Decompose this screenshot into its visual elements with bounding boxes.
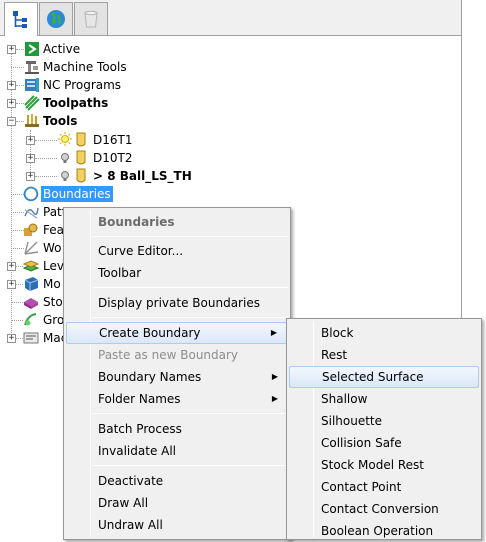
tree-item-tools[interactable]: Tools: [43, 113, 77, 129]
tree-item-boundaries[interactable]: Boundaries: [41, 186, 113, 202]
explorer-tab[interactable]: [4, 2, 38, 36]
tree-item-models[interactable]: Mo: [43, 276, 61, 292]
tree-item-tool-8-ball[interactable]: > 8 Ball_LS_TH: [93, 168, 192, 184]
expand-macros[interactable]: +: [7, 334, 16, 343]
submenu-item-shallow[interactable]: Shallow: [289, 388, 479, 410]
create-boundary-submenu: Block Rest Selected Surface Shallow Silh…: [286, 318, 482, 540]
collapse-tools[interactable]: −: [7, 117, 16, 126]
patterns-icon: [24, 207, 39, 219]
expand-models[interactable]: +: [7, 280, 16, 289]
tree-line: [11, 302, 23, 303]
menu-item-create-boundary-label: Create Boundary: [99, 326, 201, 340]
toolpaths-icon: [24, 95, 40, 111]
stock-models-icon: [24, 298, 38, 309]
tree-line: [16, 284, 23, 285]
globe-icon: [47, 10, 65, 28]
menu-separator: [93, 465, 288, 466]
menu-item-batch-process[interactable]: Batch Process: [66, 418, 288, 440]
tree-line: [11, 67, 24, 68]
models-icon: [24, 277, 39, 291]
feature-sets-icon: [24, 223, 38, 236]
tree-hierarchy-icon: [13, 10, 27, 28]
lightbulb-off-icon[interactable]: [57, 168, 73, 184]
nc-programs-icon: [25, 78, 39, 92]
menu-item-invalidate-all[interactable]: Invalidate All: [66, 440, 288, 462]
submenu-item-contact-point[interactable]: Contact Point: [289, 476, 479, 498]
tree-line: [35, 140, 57, 141]
menu-item-undraw-all[interactable]: Undraw All: [66, 514, 288, 536]
submenu-item-collision-safe[interactable]: Collision Safe: [289, 432, 479, 454]
tree-item-toolpaths[interactable]: Toolpaths: [43, 95, 108, 111]
tree-line: [35, 158, 57, 159]
tree-line: [16, 121, 24, 122]
lightbulb-on-icon[interactable]: [57, 132, 73, 148]
lightbulb-off-icon[interactable]: [57, 150, 73, 166]
expand-toolpaths[interactable]: +: [7, 99, 16, 108]
tree-item-active[interactable]: Active: [43, 41, 80, 57]
menu-item-toolbar[interactable]: Toolbar: [66, 262, 288, 284]
tree-item-tool-d10t2[interactable]: D10T2: [93, 150, 132, 166]
menu-item-curve-editor[interactable]: Curve Editor...: [66, 240, 288, 262]
submenu-item-stock-model-rest[interactable]: Stock Model Rest: [289, 454, 479, 476]
workplanes-icon: [24, 241, 39, 255]
active-arrow-icon: [25, 42, 39, 56]
explorer-tab-bar: [0, 0, 462, 36]
expand-tool-8-ball[interactable]: +: [26, 172, 35, 181]
submenu-arrow-icon: ▶: [270, 328, 277, 337]
tree-line: [16, 266, 23, 267]
expand-active[interactable]: +: [7, 45, 16, 54]
tree-line: [35, 176, 57, 177]
tree-item-machine-tools[interactable]: Machine Tools: [43, 59, 127, 75]
tree-item-nc-programs[interactable]: NC Programs: [43, 77, 121, 93]
tree-item-tool-d16t1[interactable]: D16T1: [93, 132, 132, 148]
menu-item-boundary-names-label: Boundary Names: [98, 370, 202, 384]
tree-line: [11, 320, 23, 321]
submenu-item-block[interactable]: Block: [289, 322, 479, 344]
submenu-item-contact-conversion[interactable]: Contact Conversion: [289, 498, 479, 520]
tree-line: [16, 49, 24, 50]
menu-item-deactivate[interactable]: Deactivate: [66, 470, 288, 492]
menu-separator: [93, 287, 288, 288]
tree-item-groups[interactable]: Gro: [43, 312, 64, 328]
levels-icon: [23, 260, 39, 272]
submenu-item-silhouette[interactable]: Silhouette: [289, 410, 479, 432]
groups-icon: [24, 313, 37, 326]
menu-separator: [93, 317, 288, 318]
submenu-item-selected-surface[interactable]: Selected Surface: [289, 366, 479, 388]
globe-tab[interactable]: [39, 2, 73, 35]
recycle-bin-tab[interactable]: [74, 2, 108, 35]
tools-icon: [25, 114, 39, 127]
expand-levels[interactable]: +: [7, 262, 16, 271]
tool-cutter-icon: [76, 132, 86, 147]
tree-line: [16, 103, 24, 104]
menu-item-boundary-names[interactable]: Boundary Names ▶: [66, 366, 288, 388]
menu-separator: [93, 236, 288, 237]
expand-tool-d10t2[interactable]: +: [26, 154, 35, 163]
menu-item-draw-all[interactable]: Draw All: [66, 492, 288, 514]
submenu-arrow-icon: ▶: [271, 372, 278, 381]
recycle-bin-icon: [84, 10, 98, 28]
menu-item-display-private-boundaries[interactable]: Display private Boundaries: [66, 292, 288, 314]
menu-item-folder-names-label: Folder Names: [98, 392, 181, 406]
expand-nc-programs[interactable]: +: [7, 81, 16, 90]
tree-item-workplanes[interactable]: Wo: [43, 240, 62, 256]
tree-line: [16, 85, 24, 86]
menu-separator: [93, 413, 288, 414]
macros-icon: [23, 332, 39, 344]
tool-cutter-icon: [76, 150, 86, 165]
machine-tools-icon: [25, 61, 39, 74]
expand-tool-d16t1[interactable]: +: [26, 136, 35, 145]
tool-cutter-icon: [76, 168, 86, 183]
boundaries-icon: [23, 186, 39, 202]
menu-item-folder-names[interactable]: Folder Names ▶: [66, 388, 288, 410]
menu-header-boundaries: Boundaries: [98, 215, 175, 229]
submenu-item-boolean-operation[interactable]: Boolean Operation: [289, 520, 479, 542]
submenu-arrow-icon: ▶: [271, 394, 278, 403]
tree-item-levels[interactable]: Lev: [43, 258, 64, 274]
menu-item-paste-as-new-boundary: Paste as new Boundary: [98, 348, 239, 362]
tree-line: [16, 338, 23, 339]
menu-item-create-boundary[interactable]: Create Boundary ▶: [66, 322, 288, 344]
boundaries-context-menu: Boundaries Curve Editor... Toolbar Displ…: [63, 207, 291, 540]
submenu-item-rest[interactable]: Rest: [289, 344, 479, 366]
